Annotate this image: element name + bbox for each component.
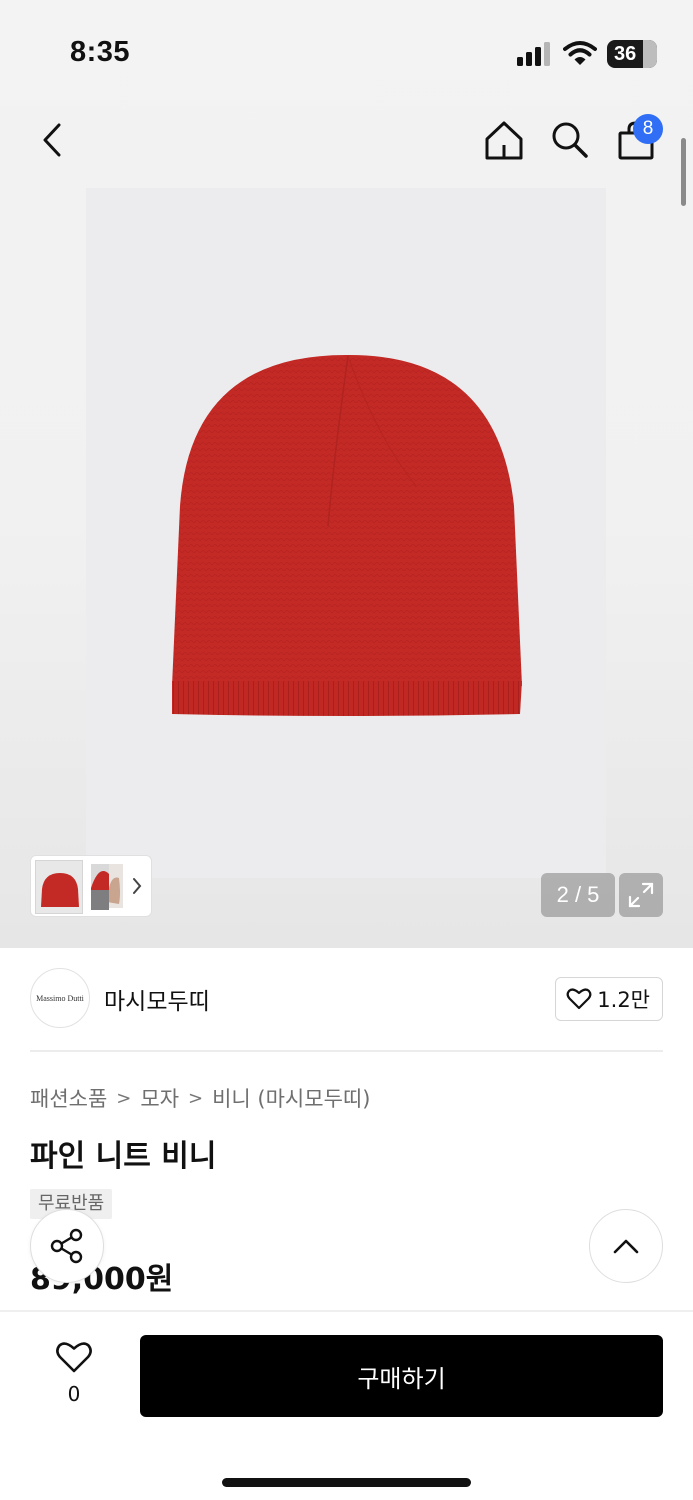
status-bar: 8:35 36 [0,0,693,100]
thumbnail-strip[interactable] [30,855,152,917]
home-button[interactable] [476,110,532,170]
search-icon [552,122,588,158]
breadcrumb-item[interactable]: 비니 (마시모두띠) [212,1083,370,1113]
buy-button[interactable]: 구매하기 [140,1335,663,1417]
chevron-right-icon [131,874,143,902]
cart-count-badge: 8 [633,114,663,144]
share-button[interactable] [30,1209,104,1283]
chevron-up-icon [613,1239,639,1254]
breadcrumb-separator: > [188,1087,204,1109]
thumbnail-more[interactable] [83,864,125,910]
breadcrumb-item[interactable]: 패션소품 [30,1083,107,1113]
search-button[interactable] [542,110,598,170]
back-button[interactable] [24,110,80,170]
expand-icon [628,882,654,908]
battery-icon: 36 [607,40,657,68]
home-icon [485,121,523,160]
divider [30,1050,663,1052]
heart-icon [566,988,592,1010]
expand-button[interactable] [619,873,663,917]
signal-icon [517,42,553,66]
battery-level: 36 [614,43,637,65]
breadcrumb-separator: > [116,1087,132,1109]
wishlist-count: 0 [67,1382,81,1406]
beanie-illustration [172,354,522,716]
scroll-to-top-button[interactable] [589,1209,663,1283]
wifi-icon [563,40,597,70]
nav-bar [0,110,693,174]
home-indicator [222,1478,471,1487]
share-icon [50,1228,83,1264]
brand-row[interactable]: Massimo Dutti 마시모두띠 1.2만 [30,968,663,1030]
heart-icon [56,1342,92,1373]
back-icon [43,123,61,157]
brand-like-count: 1.2만 [597,988,650,1012]
bottom-action-bar: 0 구매하기 [0,1310,693,1500]
breadcrumb-item[interactable]: 모자 [140,1083,179,1113]
status-time: 8:35 [70,36,131,68]
brand-like-button[interactable]: 1.2만 [555,977,663,1021]
brand-logo-text: Massimo Dutti [36,993,84,1003]
brand-logo[interactable]: Massimo Dutti [30,968,90,1028]
scrollbar[interactable] [681,138,686,206]
breadcrumb: 패션소품 > 모자 > 비니 (마시모두띠) [30,1083,370,1113]
product-title: 파인 니트 비니 [30,1139,217,1174]
wishlist-button[interactable]: 0 [44,1338,104,1408]
thumbnail-current[interactable] [35,860,83,914]
brand-name[interactable]: 마시모두띠 [104,982,210,1016]
image-page-indicator: 2 / 5 [541,873,615,917]
